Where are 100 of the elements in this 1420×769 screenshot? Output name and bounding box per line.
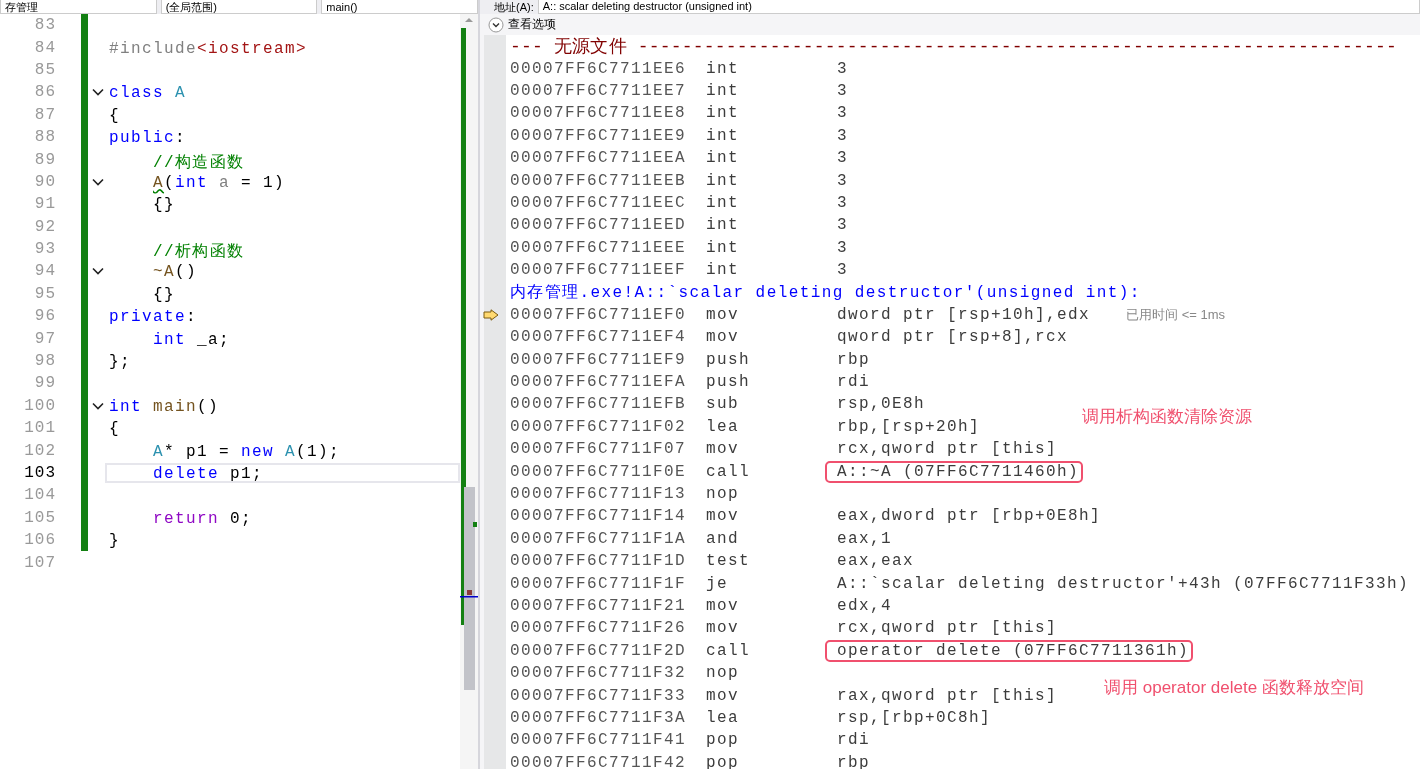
code-token: }: [109, 532, 120, 551]
code-token: A: [153, 442, 165, 461]
instruction-mnemonic: int: [706, 216, 740, 235]
instruction-mnemonic: int: [706, 126, 740, 145]
code-token: //构造函数: [153, 153, 245, 172]
code-token: _a;: [197, 330, 231, 349]
instruction-mnemonic: lea: [706, 417, 740, 436]
collapse-chevron-icon[interactable]: [91, 267, 104, 276]
instruction-address: 00007FF6C7711F2D: [510, 641, 688, 660]
code-token: (: [164, 173, 176, 192]
line-number: 104: [23, 486, 57, 505]
view-options-toggle[interactable]: 查看选项: [508, 16, 556, 33]
instruction-address: 00007FF6C7711F1A: [510, 529, 688, 548]
instruction-address: 00007FF6C7711F07: [510, 440, 688, 459]
code-token: = 1): [241, 173, 286, 192]
code-token: {: [109, 106, 120, 125]
instruction-mnemonic: je: [706, 574, 729, 593]
instruction-address: 00007FF6C7711F33: [510, 686, 688, 705]
line-number: 96: [33, 307, 57, 326]
instruction-mnemonic: mov: [706, 686, 740, 705]
highlighted-operand: operator delete (07FF6C7711361h): [827, 641, 1192, 660]
annotation-text: 调用 operator delete 函数释放空间: [1104, 677, 1364, 700]
line-number: 92: [33, 217, 57, 236]
code-token: (1);: [296, 442, 341, 461]
instruction-address: 00007FF6C7711F41: [510, 731, 688, 750]
code-token: return: [153, 509, 220, 528]
instruction-mnemonic: mov: [706, 507, 740, 526]
code-token: (): [197, 397, 220, 416]
instruction-address: 00007FF6C7711EFB: [510, 395, 688, 414]
instruction-mnemonic: int: [706, 171, 740, 190]
instruction-operand: edx,4: [837, 596, 892, 615]
address-field[interactable]: A:: scalar deleting destructor (unsigned int): [537, 0, 1420, 14]
collapse-chevron-icon[interactable]: [91, 401, 104, 410]
scope-dropdown[interactable]: 存管理: [0, 0, 157, 14]
scope-dropdown[interactable]: main(): [321, 0, 478, 14]
instruction-mnemonic: int: [706, 193, 740, 212]
scroll-bar-drawing[interactable]: [460, 14, 478, 769]
instruction-mnemonic: call: [706, 641, 751, 660]
scope-dropdown[interactable]: (全局范围): [160, 0, 318, 14]
instruction-address: 00007FF6C7711EEB: [510, 171, 688, 190]
highlighted-operand: A::~A (07FF6C7711460h): [827, 462, 1082, 481]
chevron-down-icon[interactable]: [488, 16, 504, 33]
instruction-mnemonic: pop: [706, 731, 740, 750]
instruction-operand: 3: [837, 81, 848, 100]
code-token: private: [109, 308, 186, 327]
line-number: 106: [23, 531, 57, 550]
elapsed-time-note: 已用时间 <= 1ms: [1126, 305, 1225, 324]
line-number: 88: [33, 128, 57, 147]
line-number: 86: [33, 83, 57, 102]
instruction-operand: rdi: [837, 731, 870, 750]
code-token: int: [175, 173, 209, 192]
line-number: 97: [33, 329, 57, 348]
line-number: 103: [23, 464, 57, 482]
collapse-chevron-icon[interactable]: [91, 88, 104, 97]
instruction-operand: dword ptr [rsp+10h],edx: [837, 305, 1091, 324]
instruction-mnemonic: mov: [706, 328, 740, 347]
line-number: 90: [33, 172, 57, 191]
code-token: 0;: [230, 509, 253, 528]
code-token: public: [109, 129, 175, 148]
instruction-address: 00007FF6C7711EF4: [510, 328, 688, 347]
instruction-operand: rsp,[rbp+0C8h]: [837, 708, 992, 727]
instruction-operand: A::`scalar deleting destructor'+43h (07FF6C7711F33h): [837, 574, 1410, 593]
instruction-address: 00007FF6C7711F26: [510, 619, 688, 638]
instruction-address: 00007FF6C7711EEA: [510, 149, 688, 168]
instruction-mnemonic: test: [706, 552, 751, 571]
code-token: a: [219, 173, 231, 192]
code-token: int: [109, 397, 142, 416]
code-token: A: [153, 173, 165, 192]
instruction-address: 00007FF6C7711EEE: [510, 238, 688, 257]
instruction-mnemonic: int: [706, 104, 740, 123]
instruction-mnemonic: sub: [706, 395, 740, 414]
instruction-operand: 3: [837, 261, 848, 280]
collapse-chevron-icon[interactable]: [91, 177, 104, 186]
instruction-address: 00007FF6C7711EEC: [510, 193, 688, 212]
instruction-mnemonic: int: [706, 59, 740, 78]
code-token: A: [285, 442, 297, 461]
instruction-address: 00007FF6C7711EF0: [510, 305, 688, 324]
instruction-operand: rcx,qword ptr [this]: [837, 619, 1058, 638]
code-token: class: [109, 84, 164, 103]
line-number: 99: [33, 374, 57, 393]
code-token: * p1 =: [164, 442, 232, 461]
instruction-address: 00007FF6C7711F0E: [510, 462, 688, 481]
instruction-operand: 3: [837, 104, 848, 123]
instruction-mnemonic: and: [706, 529, 740, 548]
instruction-address: 00007FF6C7711F42: [510, 753, 688, 769]
instruction-address: 00007FF6C7711F13: [510, 485, 688, 503]
instruction-address: 00007FF6C7711EF9: [510, 350, 688, 369]
instruction-address: 00007FF6C7711F02: [510, 417, 688, 436]
function-label: 内存管理.exe!A::`scalar deleting destructor'(unsigned int):: [510, 283, 1141, 303]
instruction-mnemonic: push: [706, 373, 751, 392]
instruction-address: 00007FF6C7711EE8: [510, 104, 688, 123]
code-token: main: [153, 397, 198, 416]
instruction-address: 00007FF6C7711EEF: [510, 261, 688, 280]
instruction-mnemonic: int: [706, 261, 740, 280]
line-number: 107: [23, 553, 57, 572]
code-token: //析构函数: [153, 243, 245, 262]
code-token: {}: [153, 196, 176, 215]
code-token: :: [175, 129, 187, 148]
code-token: <iostream>: [197, 39, 308, 58]
instruction-mnemonic: push: [706, 350, 751, 369]
